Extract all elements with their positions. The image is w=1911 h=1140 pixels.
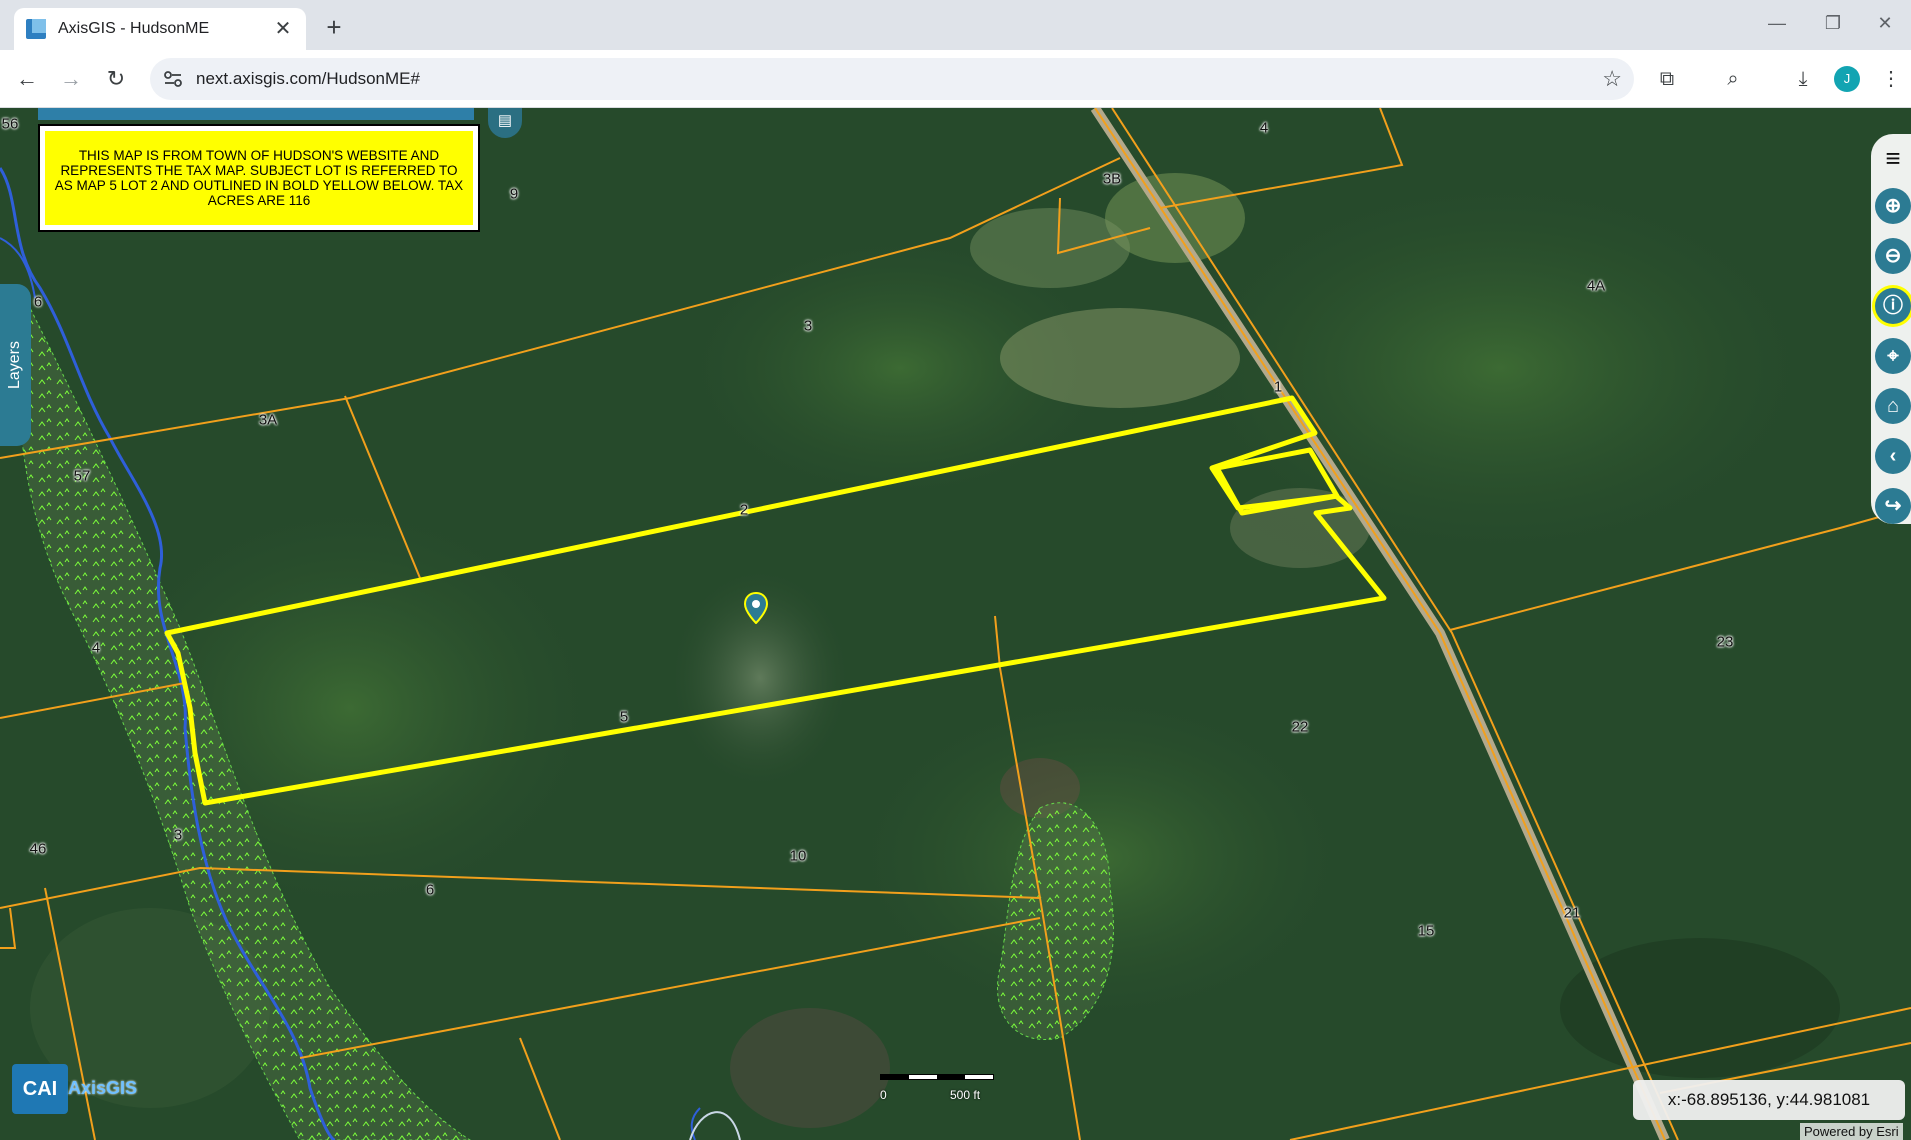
parcel-label: 4A	[1586, 277, 1606, 295]
map-tools-panel: ≡ ⊕ ⊖ ⓘ ⌖ ⌂ ‹ ↪	[1871, 134, 1911, 524]
more-menu-icon[interactable]: ⋮	[1874, 62, 1908, 96]
parcel-label: 3	[803, 317, 813, 335]
logo-mark: CAI	[12, 1064, 68, 1114]
parcel-label: 9	[509, 185, 519, 203]
parcel-label: 56	[1, 115, 19, 133]
info-icon[interactable]: ⓘ	[1875, 288, 1911, 324]
scale-end-label: 500 ft	[950, 1088, 981, 1102]
scale-bar-graphic	[880, 1074, 994, 1080]
scale-start-label: 0	[880, 1088, 887, 1102]
chevron-left-icon[interactable]: ‹	[1875, 438, 1911, 474]
locate-icon[interactable]: ⌖	[1875, 338, 1911, 374]
aerial-imagery	[0, 108, 1911, 1140]
zoom-out-icon[interactable]: ⊖	[1875, 238, 1911, 274]
parcel-label: 5	[619, 708, 629, 726]
parcel-label: 1	[1273, 378, 1283, 396]
site-settings-icon[interactable]	[162, 68, 184, 90]
esri-attribution[interactable]: Powered by Esri	[1800, 1123, 1903, 1140]
browser-toolbar: ← → ↻ next.axisgis.com/HudsonME# ☆ ⧉ ⌕ ⤓…	[0, 50, 1911, 108]
home-icon[interactable]: ⌂	[1875, 388, 1911, 424]
parcel-label: 4	[1259, 119, 1269, 137]
minimize-icon[interactable]: —	[1754, 8, 1800, 38]
layers-label: Layers	[6, 340, 23, 390]
scale-bar: 0 500 ft	[880, 1072, 1000, 1122]
map-notice-box: THIS MAP IS FROM TOWN OF HUDSON'S WEBSIT…	[38, 124, 480, 232]
browser-window: AxisGIS - HudsonME ✕ + — ❐ ✕ ← → ↻ next.…	[0, 0, 1911, 1140]
restore-icon[interactable]: ❐	[1810, 8, 1856, 38]
parcel-label: 10	[789, 847, 807, 865]
back-arrow-icon[interactable]: ←	[8, 60, 46, 98]
parcel-label: 6	[33, 293, 43, 311]
close-window-icon[interactable]: ✕	[1862, 8, 1908, 38]
header-strip	[38, 108, 474, 120]
parcel-label: 3	[173, 826, 183, 844]
tab-strip: AxisGIS - HudsonME ✕ + — ❐ ✕	[0, 0, 1911, 50]
coordinate-readout: x:-68.895136, y:44.981081	[1633, 1080, 1905, 1120]
forward-arrow-icon[interactable]: →	[52, 60, 90, 98]
parcel-label: 3B	[1102, 170, 1122, 188]
parcel-label: 2	[739, 501, 749, 519]
profile-avatar[interactable]: J	[1834, 66, 1860, 92]
map-canvas[interactable]: 56 9 4 3B 3 4A 6 3A 1 57 2 4 5 22 23 46 …	[0, 108, 1911, 1140]
axisgis-favicon-icon	[26, 19, 46, 39]
menu-icon[interactable]: ≡	[1875, 140, 1911, 176]
extensions-icon[interactable]: ⧉	[1650, 62, 1684, 96]
tab-close-icon[interactable]: ✕	[272, 19, 294, 39]
parcel-label: 4	[91, 639, 101, 657]
parcel-label: 22	[1291, 718, 1309, 736]
share-icon[interactable]: ↪	[1875, 488, 1911, 524]
tab-title: AxisGIS - HudsonME	[58, 20, 210, 37]
browser-tab[interactable]: AxisGIS - HudsonME ✕	[14, 8, 306, 50]
map-notice-text: THIS MAP IS FROM TOWN OF HUDSON'S WEBSIT…	[45, 131, 473, 225]
logo-text: AxisGIS	[68, 1078, 138, 1098]
parcel-label: 57	[73, 467, 91, 485]
zoom-in-icon[interactable]: ⊕	[1875, 188, 1911, 224]
reload-icon[interactable]: ↻	[97, 60, 135, 98]
parcel-label: 3A	[258, 411, 278, 429]
download-icon[interactable]: ⤓	[1786, 62, 1820, 96]
parcel-label: 21	[1563, 904, 1581, 922]
url-text: next.axisgis.com/HudsonME#	[196, 69, 420, 88]
bookmark-star-icon[interactable]: ☆	[1602, 66, 1622, 92]
layers-panel-tab[interactable]: Layers	[0, 284, 31, 446]
parcel-label: 15	[1417, 922, 1435, 940]
location-pin-icon[interactable]	[744, 592, 768, 624]
address-bar[interactable]: next.axisgis.com/HudsonME# ☆	[150, 58, 1634, 100]
caiaxisgis-logo: CAI AxisGIS	[8, 1058, 137, 1118]
parcel-label: 6	[425, 881, 435, 899]
parcel-label: 46	[29, 840, 47, 858]
parcel-label: 23	[1716, 633, 1734, 651]
search-tabs-icon[interactable]: ⌕	[1716, 62, 1750, 96]
new-tab-button[interactable]: +	[318, 12, 350, 44]
